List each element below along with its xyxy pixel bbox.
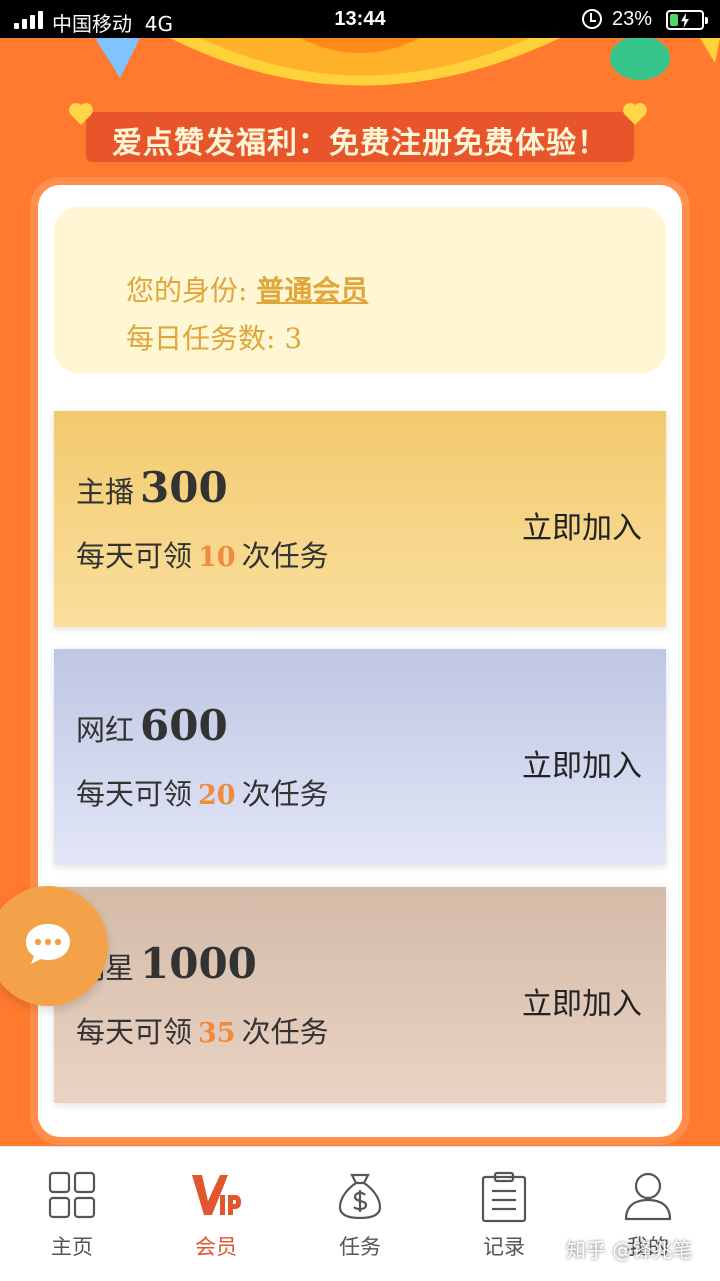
identity-link[interactable]: 普通会员 xyxy=(256,274,368,307)
member-status-box: 您的身份: 普通会员 每日任务数: 3 xyxy=(54,207,666,373)
plan-task-count: 35 xyxy=(198,1018,236,1049)
membership-card: 您的身份: 普通会员 每日任务数: 3 主播 300 每天可领 10 次任务 立即加入… xyxy=(38,185,682,1137)
plan-task-count: 20 xyxy=(198,780,236,811)
banner-ribbon: 爱点赞发福利：免费注册免费体验！ xyxy=(86,112,634,162)
plan-name-row: 主播 300 xyxy=(76,463,228,512)
tab-records[interactable]: 记录 xyxy=(432,1147,576,1281)
plan-card-influencer[interactable]: 网红 600 每天可领 20 次任务 立即加入 xyxy=(54,649,666,865)
money-bag-icon xyxy=(338,1173,382,1220)
tab-label: 主页 xyxy=(51,1235,93,1259)
plan-card-anchor[interactable]: 主播 300 每天可领 10 次任务 立即加入 xyxy=(54,411,666,627)
plan-name: 网红 xyxy=(76,713,135,747)
plan-price: 1000 xyxy=(140,939,257,988)
person-icon xyxy=(624,1172,672,1221)
identity-row: 您的身份: 普通会员 xyxy=(126,269,368,309)
plan-desc-prefix: 每天可领 xyxy=(76,777,193,811)
plan-description: 每天可领 10 次任务 xyxy=(76,533,329,575)
plan-description: 每天可领 35 次任务 xyxy=(76,1009,329,1051)
join-button[interactable]: 立即加入 xyxy=(522,741,642,785)
daily-tasks-row: 每日任务数: 3 xyxy=(126,317,302,357)
daily-tasks-label: 每日任务数: xyxy=(126,322,276,355)
tab-label: 记录 xyxy=(483,1235,525,1259)
plan-desc-prefix: 每天可领 xyxy=(76,539,193,573)
battery-percent: 23% xyxy=(612,8,653,30)
tab-tasks[interactable]: 任务 xyxy=(288,1147,432,1281)
tab-label: 任务 xyxy=(339,1235,381,1259)
banner-illustration xyxy=(0,38,720,118)
status-bar: 中国移动 4G 13:44 23% xyxy=(0,0,720,38)
tab-label: 会员 xyxy=(195,1235,237,1259)
banner-title: 爱点赞发福利：免费注册免费体验！ xyxy=(112,126,608,161)
plan-price: 300 xyxy=(140,463,228,512)
plan-description: 每天可领 20 次任务 xyxy=(76,771,329,813)
daily-tasks-value: 3 xyxy=(284,322,303,355)
watermark: 知乎 @锋兆笔 xyxy=(566,1238,693,1262)
clipboard-icon xyxy=(481,1171,527,1223)
plan-desc-suffix: 次任务 xyxy=(241,777,329,811)
plan-desc-suffix: 次任务 xyxy=(241,1015,329,1049)
vip-icon xyxy=(192,1175,241,1215)
chat-bubble-icon xyxy=(26,924,70,964)
grid-icon xyxy=(48,1171,96,1219)
join-button[interactable]: 立即加入 xyxy=(522,503,642,547)
plan-price: 600 xyxy=(140,701,228,750)
plan-desc-prefix: 每天可领 xyxy=(76,1015,193,1049)
plan-name: 主播 xyxy=(76,475,135,509)
tab-vip[interactable]: 会员 xyxy=(144,1147,288,1281)
battery-icon xyxy=(666,10,708,30)
plan-name-row: 网红 600 xyxy=(76,701,228,750)
tab-home[interactable]: 主页 xyxy=(0,1147,144,1281)
plan-task-count: 10 xyxy=(198,542,236,573)
plan-desc-suffix: 次任务 xyxy=(241,539,329,573)
alarm-icon xyxy=(582,9,602,29)
plan-card-star[interactable]: 明星 1000 每天可领 35 次任务 立即加入 xyxy=(54,887,666,1103)
identity-label: 您的身份: xyxy=(126,274,248,307)
join-button[interactable]: 立即加入 xyxy=(522,979,642,1023)
